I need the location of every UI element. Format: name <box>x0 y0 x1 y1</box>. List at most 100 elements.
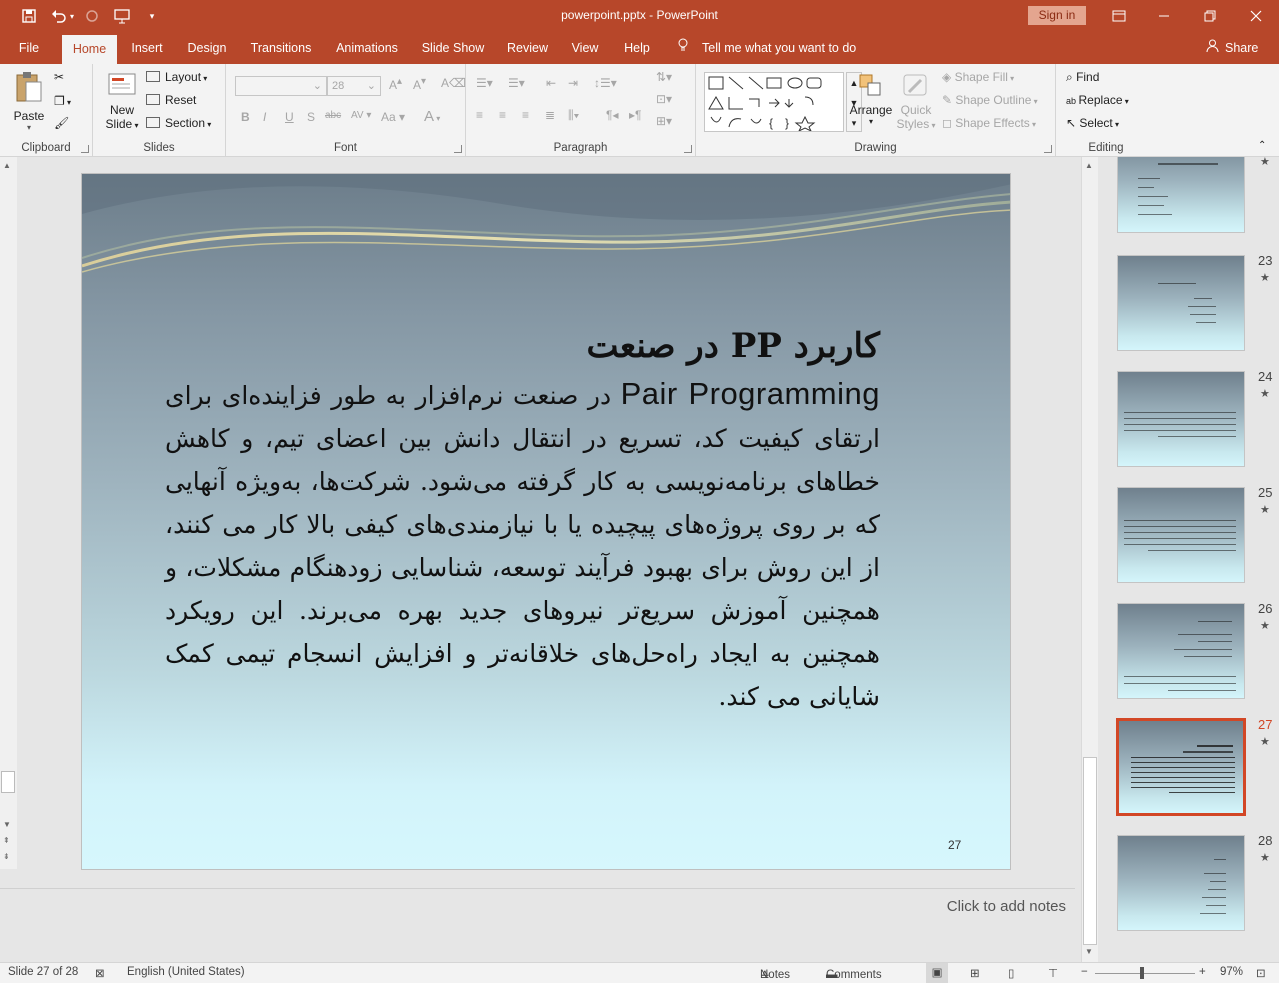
copy-icon[interactable]: ❐ ▾ <box>54 94 71 108</box>
arrange-control[interactable]: Arrange ▾ <box>848 72 894 126</box>
language-indicator[interactable]: English (United States) <box>127 966 245 978</box>
drawing-launcher-icon[interactable] <box>1044 145 1052 153</box>
zoom-slider[interactable] <box>1095 973 1195 974</box>
slideshow-view-icon[interactable]: ⊤ <box>1048 966 1058 980</box>
clear-formatting-icon[interactable]: A⌫ <box>441 76 466 90</box>
tab-file[interactable]: File <box>12 32 46 64</box>
underline-icon[interactable]: U <box>285 110 294 124</box>
restore-icon[interactable] <box>1187 0 1233 32</box>
cut-icon[interactable]: ✂ <box>54 70 64 84</box>
replace-button[interactable]: ab Replace ▾ <box>1066 93 1129 107</box>
slide-canvas[interactable]: کاربرد PP در صنعت Pair Programming در صن… <box>81 173 1011 870</box>
slide-scrollbar[interactable]: ▲ ▼ <box>1081 157 1098 962</box>
center-icon[interactable]: ≡ <box>499 108 506 122</box>
tab-design[interactable]: Design <box>181 32 233 64</box>
notes-placeholder[interactable]: Click to add notes <box>947 898 1066 915</box>
slide-thumbnail-selected[interactable] <box>1116 718 1246 816</box>
minimize-icon[interactable] <box>1141 0 1187 32</box>
align-right-icon[interactable]: ≡ <box>522 108 529 122</box>
bullets-icon[interactable]: ☰▾ <box>476 76 493 90</box>
close-icon[interactable] <box>1233 0 1279 32</box>
scroll-up-icon[interactable]: ▲ <box>1085 161 1093 170</box>
tab-home[interactable]: Home <box>62 35 117 64</box>
format-painter-icon[interactable]: 🖌 <box>54 116 69 130</box>
scroll-thumb[interactable] <box>1083 757 1097 945</box>
increase-indent-icon[interactable]: ⇥ <box>568 76 578 90</box>
left-scrollbar[interactable]: ▲ ▼ ⇞ ⇟ <box>0 157 17 869</box>
normal-view-icon[interactable]: ▣ <box>926 963 948 983</box>
italic-icon[interactable]: I <box>263 110 266 124</box>
section-button[interactable]: Section ▾ <box>146 116 211 130</box>
grow-font-icon[interactable]: A▴ <box>389 76 402 92</box>
align-left-icon[interactable]: ≡ <box>476 108 483 122</box>
slide-thumbnail[interactable] <box>1117 371 1245 467</box>
scroll-down-icon[interactable]: ▼ <box>1085 947 1093 956</box>
quick-styles-button[interactable]: Quick Styles ▾ <box>896 72 936 131</box>
slide-thumbnail[interactable] <box>1117 157 1245 233</box>
decrease-indent-icon[interactable]: ⇤ <box>546 76 556 90</box>
character-spacing-icon[interactable]: AV ▾ <box>351 110 371 121</box>
numbering-icon[interactable]: ☰▾ <box>508 76 525 90</box>
align-text-icon[interactable]: ⊡▾ <box>656 92 672 106</box>
scroll-down-icon[interactable]: ▼ <box>3 820 11 829</box>
shape-effects-button[interactable]: ◻ Shape Effects ▾ <box>942 116 1036 130</box>
share-button[interactable]: Share <box>1206 32 1258 64</box>
line-spacing-icon[interactable]: ↕☰▾ <box>594 76 617 90</box>
shape-fill-button[interactable]: ◈ Shape Fill ▾ <box>942 70 1014 84</box>
scroll-thumb[interactable] <box>1 771 15 793</box>
font-size-combo[interactable]: 28 ⌄ <box>327 76 381 96</box>
slide-thumbnail[interactable] <box>1117 835 1245 931</box>
justify-icon[interactable]: ≣ <box>545 108 555 122</box>
tab-insert[interactable]: Insert <box>125 32 169 64</box>
slide-thumbnail[interactable] <box>1117 255 1245 351</box>
bold-icon[interactable]: B <box>241 110 250 124</box>
tell-me-search[interactable]: Tell me what you want to do <box>676 32 856 64</box>
tab-help[interactable]: Help <box>618 32 656 64</box>
shrink-font-icon[interactable]: A▾ <box>413 76 426 92</box>
slide-sorter-icon[interactable]: ⊞ <box>970 966 980 980</box>
tab-review[interactable]: Review <box>501 32 554 64</box>
scroll-up-icon[interactable]: ▲ <box>3 161 11 170</box>
clipboard-launcher-icon[interactable] <box>81 145 89 153</box>
rtl-icon[interactable]: ¶◂ <box>606 108 618 122</box>
slide-thumbnail[interactable] <box>1117 487 1245 583</box>
change-case-icon[interactable]: Aa ▾ <box>381 110 405 124</box>
notes-pane[interactable]: Click to add notes <box>0 888 1075 961</box>
paragraph-launcher-icon[interactable] <box>684 145 692 153</box>
tab-slide-show[interactable]: Slide Show <box>418 32 488 64</box>
tab-transitions[interactable]: Transitions <box>245 32 317 64</box>
ribbon-display-options-icon[interactable] <box>1096 0 1142 32</box>
font-launcher-icon[interactable] <box>454 145 462 153</box>
tab-animations[interactable]: Animations <box>330 32 404 64</box>
slide-title[interactable]: کاربرد PP در صنعت <box>182 326 880 366</box>
text-direction-icon[interactable]: ⇅▾ <box>656 70 672 84</box>
zoom-out-icon[interactable]: − <box>1081 966 1088 978</box>
zoom-in-icon[interactable]: + <box>1199 966 1206 978</box>
smartart-icon[interactable]: ⊞▾ <box>656 114 672 128</box>
layout-button[interactable]: Layout ▾ <box>146 70 207 84</box>
zoom-level[interactable]: 97% <box>1220 966 1243 978</box>
select-button[interactable]: ↖ Select ▾ <box>1066 116 1119 130</box>
paste-button[interactable]: Paste ▾ <box>10 70 48 138</box>
font-color-icon[interactable]: A ▾ <box>424 108 440 125</box>
find-button[interactable]: ⌕ Find <box>1066 70 1099 85</box>
previous-slide-icon[interactable]: ⇞ <box>3 836 10 845</box>
collapse-ribbon-icon[interactable]: ⌃ <box>1258 140 1266 151</box>
slide-thumbnail[interactable] <box>1117 603 1245 699</box>
next-slide-icon[interactable]: ⇟ <box>3 852 10 861</box>
reading-view-icon[interactable]: ▯ <box>1008 966 1014 980</box>
strikethrough-icon[interactable]: abc <box>325 110 341 121</box>
font-name-combo[interactable]: ⌄ <box>235 76 327 96</box>
tab-view[interactable]: View <box>566 32 604 64</box>
zoom-slider-thumb[interactable] <box>1140 967 1144 979</box>
fit-to-window-icon[interactable]: ⊡ <box>1256 966 1266 980</box>
shapes-gallery[interactable]: {} <box>704 72 844 133</box>
shadow-icon[interactable]: S <box>307 110 315 124</box>
ltr-icon[interactable]: ▸¶ <box>629 108 641 122</box>
new-slide-button[interactable]: New Slide ▾ <box>101 70 143 131</box>
sign-in-button[interactable]: Sign in <box>1028 6 1086 25</box>
slide-body[interactable]: Pair Programming در صنعت نرم‌افزار به طو… <box>165 372 880 718</box>
columns-icon[interactable]: ⫼▾ <box>568 108 579 123</box>
spell-check-icon[interactable]: ⊠ <box>95 966 105 980</box>
shape-outline-button[interactable]: ✎ Shape Outline ▾ <box>942 93 1038 107</box>
